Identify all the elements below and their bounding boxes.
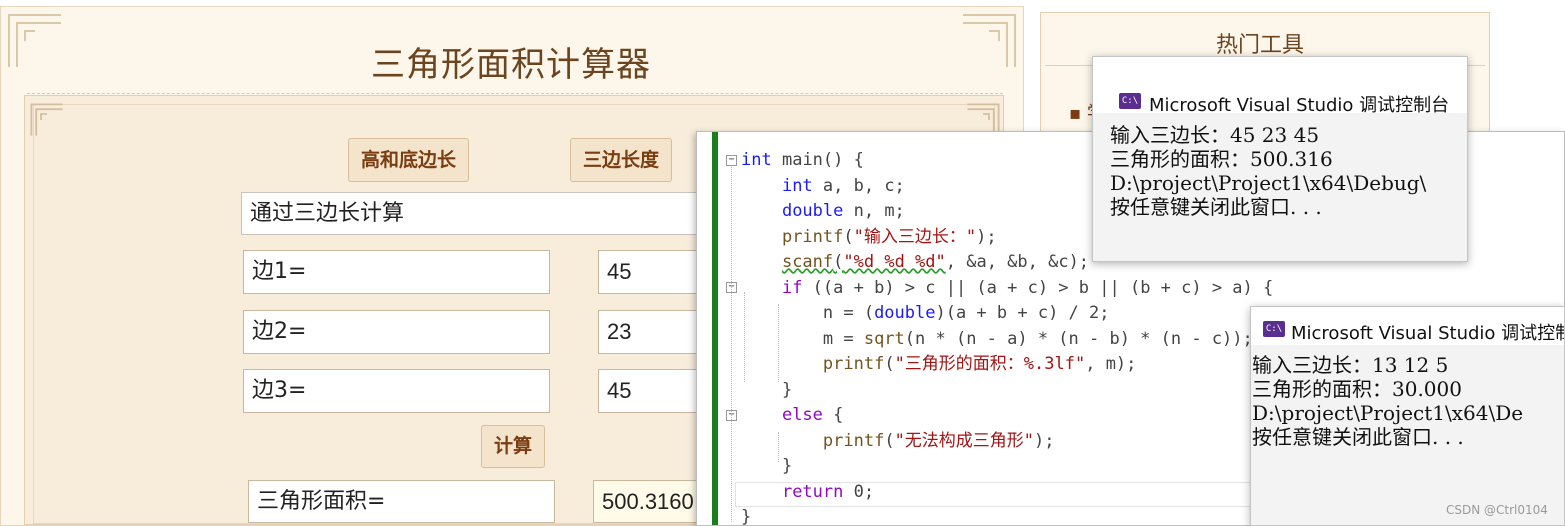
editor-margin: [697, 132, 711, 525]
console-app-icon: C:\: [1263, 321, 1285, 337]
console-line: 三角形的面积：500.316: [1110, 147, 1333, 171]
code-line: }: [741, 456, 793, 476]
console-line: 按任意键关闭此窗口. . .: [1252, 425, 1464, 449]
console-output: 输入三边长：13 12 5 三角形的面积：30.000 D:\project\P…: [1251, 345, 1564, 525]
title-divider: [27, 93, 1003, 94]
code-line: n = (double)(a + b + c) / 2;: [741, 303, 1110, 323]
console-line: 三角形的面积：30.000: [1252, 377, 1462, 401]
code-line: return 0;: [781, 481, 875, 502]
corner-ornament-icon: [959, 11, 1019, 71]
side3-label: 边3=: [243, 369, 550, 413]
code-line: }: [741, 379, 793, 400]
console-line: 输入三边长：45 23 45: [1110, 123, 1320, 147]
sidebar-title: 热门工具: [1216, 33, 1305, 58]
code-line: }: [741, 507, 752, 526]
console-output: 输入三边长：45 23 45 三角形的面积：500.316 D:\project…: [1093, 113, 1467, 261]
mode-select[interactable]: 通过三边长计算: [241, 192, 711, 235]
console-titlebar[interactable]: C:\ Microsoft Visual Studio 调试控制台: [1093, 57, 1467, 116]
console-titlebar[interactable]: C:\ Microsoft Visual Studio 调试控制: [1251, 307, 1564, 345]
code-line: m = sqrt(n * (n - a) * (n - b) * (n - c)…: [741, 328, 1253, 349]
console-title: Microsoft Visual Studio 调试控制: [1291, 323, 1565, 344]
tab-height-base[interactable]: 高和底边长: [348, 138, 470, 182]
tab-three-sides[interactable]: 三边长度: [570, 138, 673, 182]
side2-label: 边2=: [243, 310, 550, 354]
indent-guide: [731, 167, 732, 522]
result-label: 三角形面积=: [248, 480, 555, 523]
console-line: D:\project\Project1\x64\De: [1252, 401, 1524, 425]
compute-button[interactable]: 计算: [481, 425, 546, 468]
side1-label: 边1=: [243, 250, 550, 294]
console-line: D:\project\Project1\x64\Debug\: [1110, 171, 1427, 195]
console-app-icon: C:\: [1119, 93, 1141, 109]
corner-ornament-icon: [5, 11, 65, 71]
debug-console-window[interactable]: C:\ Microsoft Visual Studio 调试控制 输入三边长：1…: [1250, 306, 1565, 526]
corner-ornament-icon: [29, 102, 65, 138]
code-line: if ((a + b) > c || (a + c) > b || (b + c…: [781, 277, 1274, 298]
fold-collapse-icon[interactable]: −: [726, 155, 737, 166]
console-line: 按任意键关闭此窗口. . .: [1110, 195, 1322, 219]
watermark: CSDN @Ctrl0104: [1446, 503, 1548, 517]
code-line: else {: [781, 405, 844, 425]
console-line: 输入三边长：13 12 5: [1252, 353, 1449, 377]
change-indicator-bar: [712, 132, 718, 525]
page-title: 三角形面积计算器: [371, 45, 651, 85]
code-line: printf("三角形的面积：%.3lf", m);: [822, 354, 1137, 374]
debug-console-window[interactable]: C:\ Microsoft Visual Studio 调试控制台 输入三边长：…: [1092, 56, 1468, 262]
code-line: printf("无法构成三角形");: [822, 430, 1055, 451]
